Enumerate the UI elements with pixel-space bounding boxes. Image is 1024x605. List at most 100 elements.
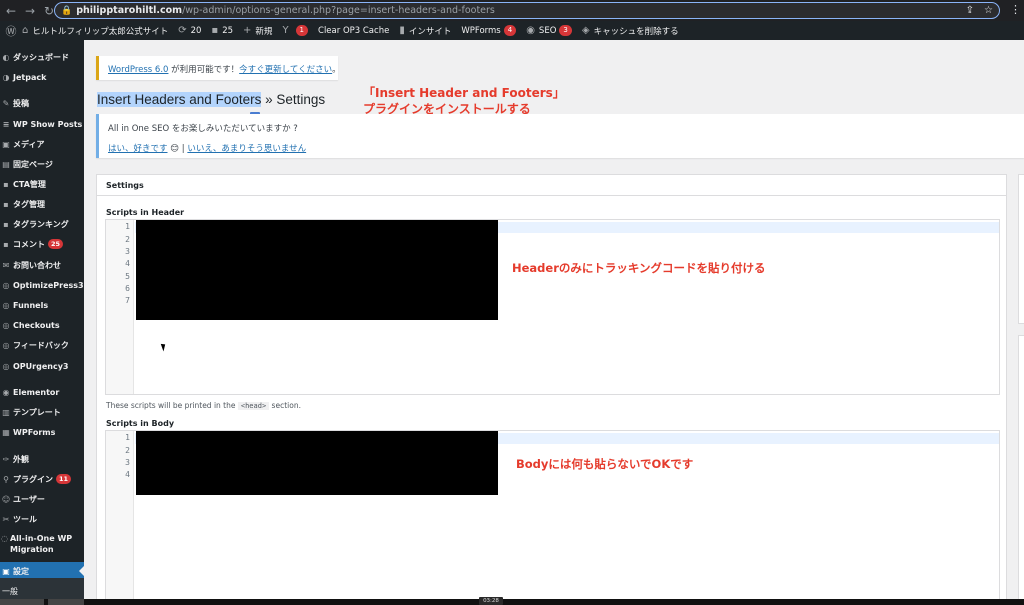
video-timestamp: 03:28	[479, 597, 503, 605]
cache-icon: ◈	[581, 25, 590, 36]
home-icon: ⌂	[22, 25, 29, 36]
menu-feedback[interactable]: ◎ フィードバック	[0, 336, 84, 354]
admin-bar-clear-cache[interactable]: Clear OP3 Cache	[318, 26, 389, 36]
menu-optimizepress[interactable]: ◎ OptimizePress3	[0, 276, 84, 294]
line-number: 5	[125, 272, 130, 281]
browser-toolbar: ← → ↻ 🔒 philipptarohiltl.com /wp-admin/o…	[0, 0, 1024, 21]
timeline-thumbnail	[48, 599, 84, 605]
forward-icon[interactable]: →	[22, 3, 38, 19]
comment-icon: ▪	[3, 239, 9, 249]
menu-contact[interactable]: ✉ お問い合わせ	[0, 256, 84, 274]
line-number: 2	[125, 235, 130, 244]
plugins-badge: 11	[56, 474, 72, 484]
menu-tools[interactable]: ✂ ツール	[0, 510, 84, 528]
dashboard-icon: ◐	[2, 52, 10, 62]
menu-tag-ranking[interactable]: ▪ タグランキング	[0, 215, 84, 233]
annotation-body-note: Bodyには何も貼らないでOKです	[516, 457, 694, 471]
wpforms-icon: ▦	[2, 427, 10, 437]
menu-elementor[interactable]: ◉ Elementor	[0, 383, 84, 401]
menu-migration[interactable]: ◌ All-in-One WP Migration	[0, 533, 84, 561]
aioseo-notice: All in One SEO をお楽しみいただいていますか ? はい、好きです …	[96, 114, 1024, 158]
redacted-code-block	[136, 431, 498, 495]
admin-bar-insights[interactable]: ▮ インサイト	[399, 25, 451, 37]
mail-icon: ✉	[2, 260, 10, 270]
menu-users[interactable]: ☺ ユーザー	[0, 490, 84, 508]
settings-panel-title: Settings	[106, 181, 144, 190]
url-host: philipptarohiltl.com	[76, 5, 183, 16]
migration-icon: ◌	[1, 534, 8, 543]
updates-icon: ⟳	[178, 25, 187, 36]
line-number: 6	[125, 284, 130, 293]
main-content: WordPress 6.0 が利用可能です！今すぐ更新してください。 Inser…	[84, 40, 1024, 605]
posts-icon: ✎	[2, 98, 10, 108]
body-editor-gutter: 1 2 3 4	[106, 431, 134, 605]
wordpress-logo-icon[interactable]: Ⓦ	[0, 23, 22, 39]
url-path: /wp-admin/options-general.php?page=inser…	[182, 5, 495, 16]
aioseo-question: All in One SEO をお楽しみいただいていますか ?	[108, 124, 298, 134]
admin-bar-seo[interactable]: ◉ SEO 3	[526, 25, 572, 36]
aioseo-links: はい、好きです 😊 | いいえ、あまりそう思いません	[108, 144, 307, 154]
body-scripts-editor[interactable]: 1 2 3 4 Bodyには何も貼らないでOKです	[105, 430, 1000, 605]
wp-version-link[interactable]: WordPress 6.0	[108, 65, 168, 75]
timeline-thumbnail	[0, 599, 44, 605]
aioseo-yes-link[interactable]: はい、好きです	[108, 144, 168, 154]
menu-funnels[interactable]: ◎ Funnels	[0, 296, 84, 314]
admin-bar-new[interactable]: + 新規	[243, 25, 272, 37]
menu-pages[interactable]: ▤ 固定ページ	[0, 155, 84, 173]
admin-bar-updates[interactable]: ⟳ 20	[178, 25, 201, 36]
menu-posts[interactable]: ✎ 投稿	[0, 94, 84, 112]
menu-wp-show-posts[interactable]: ≡ WP Show Posts	[0, 115, 84, 133]
admin-sidebar: ◐ ダッシュボード ◑ Jetpack ✎ 投稿 ≡ WP Show Posts ▣ メデ…	[0, 40, 84, 605]
page-title-highlight: Insert Headers and Footers	[97, 92, 262, 107]
header-editor-gutter: 1 2 3 4 5 6 7	[106, 220, 134, 394]
admin-bar-comments[interactable]: ▪ 25	[211, 25, 233, 36]
star-icon[interactable]: ☆	[984, 5, 993, 16]
list-icon: ≡	[2, 119, 10, 129]
admin-bar-site[interactable]: ⌂ ヒルトルフィリップ太郎公式サイト	[22, 25, 168, 37]
line-number: 1	[125, 433, 130, 442]
back-icon[interactable]: ←	[3, 3, 19, 19]
update-notice: WordPress 6.0 が利用可能です！今すぐ更新してください。	[96, 56, 341, 80]
line-number: 7	[125, 296, 130, 305]
cta-icon: ▪	[3, 179, 9, 189]
line-number: 2	[125, 446, 130, 455]
menu-dashboard[interactable]: ◐ ダッシュボード	[0, 48, 84, 66]
menu-cta[interactable]: ▪ CTA管理	[0, 175, 84, 193]
admin-bar-purge-cache[interactable]: ◈ キャッシュを削除する	[582, 25, 679, 37]
feedback-icon: ◎	[2, 340, 10, 350]
settings-icon: ▣	[2, 566, 10, 576]
settings-panel: Settings Scripts in Header 1 2 3 4 5 6 7…	[96, 174, 1007, 605]
menu-tags[interactable]: ▪ タグ管理	[0, 195, 84, 213]
line-number: 1	[125, 222, 130, 231]
menu-jetpack[interactable]: ◑ Jetpack	[0, 68, 84, 86]
scripts-body-label: Scripts in Body	[106, 419, 175, 428]
line-number: 3	[125, 458, 130, 467]
address-bar[interactable]: 🔒 philipptarohiltl.com /wp-admin/options…	[54, 2, 1000, 19]
plugin-icon: ⚲	[3, 474, 9, 484]
menu-media[interactable]: ▣ メディア	[0, 135, 84, 153]
menu-plugins[interactable]: ⚲ プラグイン 11	[0, 470, 84, 488]
header-description: These scripts will be printed in the <he…	[106, 401, 301, 410]
admin-bar-wpforms[interactable]: WPForms 4	[461, 25, 517, 36]
elementor-icon: ◉	[2, 387, 10, 397]
browser-menu-icon[interactable]: ⋮	[1010, 3, 1021, 16]
menu-wpforms[interactable]: ▦ WPForms	[0, 423, 84, 441]
lock-icon: 🔒	[61, 5, 73, 16]
video-timeline[interactable]	[0, 599, 1024, 605]
screen: ← → ↻ 🔒 philipptarohiltl.com /wp-admin/o…	[0, 0, 1024, 605]
menu-templates[interactable]: ▥ テンプレート	[0, 403, 84, 421]
admin-bar-yoast[interactable]: Y1	[282, 25, 309, 36]
jetpack-icon: ◑	[2, 72, 10, 82]
wp-admin-bar: Ⓦ ⌂ ヒルトルフィリップ太郎公式サイト ⟳ 20 ▪ 25 + 新規 Y1 Clear…	[0, 21, 1024, 40]
aioseo-no-link[interactable]: いいえ、あまりそう思いません	[187, 144, 306, 154]
menu-checkouts[interactable]: ◎ Checkouts	[0, 316, 84, 334]
panel-divider	[97, 195, 1006, 196]
share-icon[interactable]: ⇪	[966, 5, 974, 16]
menu-comments[interactable]: ▪ コメント 25	[0, 235, 84, 253]
checkout-icon: ◎	[2, 320, 10, 330]
header-scripts-editor[interactable]: 1 2 3 4 5 6 7 Headerのみにトラッキングコードを貼り付ける	[105, 219, 1000, 395]
update-now-link[interactable]: 今すぐ更新してください	[239, 65, 332, 75]
menu-opurgency[interactable]: ◎ OPUrgency3	[0, 357, 84, 375]
yoast-badge: 1	[295, 25, 309, 36]
menu-appearance[interactable]: ✑ 外観	[0, 450, 84, 468]
